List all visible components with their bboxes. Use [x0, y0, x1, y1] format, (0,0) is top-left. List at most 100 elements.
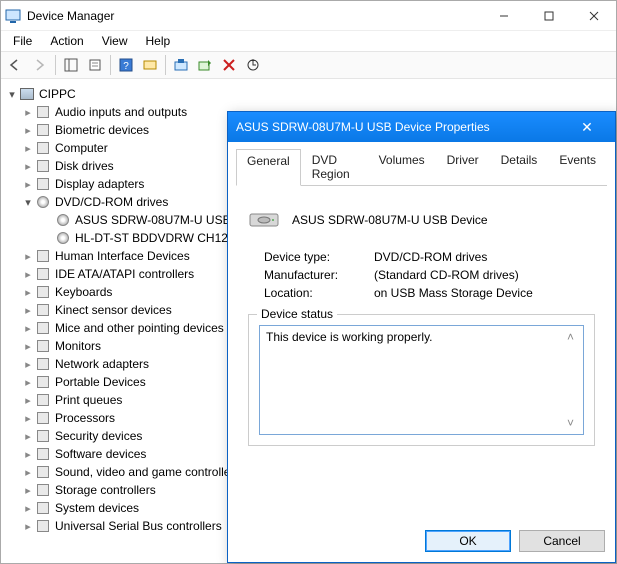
- device-category-icon: [35, 122, 51, 138]
- maximize-button[interactable]: [526, 1, 571, 30]
- tab-general[interactable]: General: [236, 149, 301, 186]
- tree-item-label: Network adapters: [55, 357, 149, 371]
- menu-action[interactable]: Action: [42, 33, 91, 49]
- toolbar: ?: [1, 51, 616, 79]
- tree-item-label: Software devices: [55, 447, 146, 461]
- close-button[interactable]: [571, 1, 616, 30]
- expand-icon[interactable]: [21, 466, 35, 479]
- device-category-icon: [35, 446, 51, 462]
- dialog-tabs: General DVD Region Volumes Driver Detail…: [236, 148, 607, 186]
- expand-icon[interactable]: [21, 358, 35, 371]
- menu-help[interactable]: Help: [138, 33, 179, 49]
- expand-icon[interactable]: [21, 520, 35, 533]
- properties-button[interactable]: [84, 54, 106, 76]
- tree-item-label: Audio inputs and outputs: [55, 105, 187, 119]
- device-category-icon: [35, 104, 51, 120]
- expand-icon[interactable]: [21, 160, 35, 173]
- show-hide-tree-button[interactable]: [60, 54, 82, 76]
- device-manager-window: Device Manager File Action View Help ?: [0, 0, 617, 564]
- menu-file[interactable]: File: [5, 33, 40, 49]
- tree-item-label: Mice and other pointing devices: [55, 321, 224, 335]
- tree-item-label: Portable Devices: [55, 375, 146, 389]
- expand-icon[interactable]: [21, 142, 35, 155]
- device-category-icon: [35, 482, 51, 498]
- device-category-icon: [35, 176, 51, 192]
- expand-icon[interactable]: [21, 304, 35, 317]
- back-button[interactable]: [5, 54, 27, 76]
- scan-button[interactable]: [139, 54, 161, 76]
- tab-panel-general: ASUS SDRW-08U7M-U USB Device Device type…: [228, 186, 615, 454]
- device-status-value: This device is working properly.: [266, 330, 433, 344]
- tree-item-label: Disk drives: [55, 159, 114, 173]
- tree-item-label: DVD/CD-ROM drives: [55, 195, 168, 209]
- expand-icon[interactable]: [21, 502, 35, 515]
- optical-drive-icon: [55, 230, 71, 246]
- expand-icon[interactable]: [21, 124, 35, 137]
- status-scrollbar[interactable]: ˄ ˅: [567, 330, 581, 430]
- tree-item-label: Human Interface Devices: [55, 249, 190, 263]
- expand-icon[interactable]: [21, 394, 35, 407]
- tab-driver[interactable]: Driver: [436, 148, 490, 185]
- device-category-icon: [35, 158, 51, 174]
- device-category-icon: [35, 428, 51, 444]
- expand-icon[interactable]: [21, 430, 35, 443]
- device-name: ASUS SDRW-08U7M-U USB Device: [292, 213, 488, 227]
- tree-item-label: System devices: [55, 501, 139, 515]
- tab-dvd-region[interactable]: DVD Region: [301, 148, 368, 185]
- dialog-close-button[interactable]: ✕: [567, 119, 607, 136]
- device-category-icon: [35, 140, 51, 156]
- expand-icon[interactable]: [5, 88, 19, 101]
- forward-button[interactable]: [29, 54, 51, 76]
- scroll-up-icon[interactable]: ˄: [567, 330, 581, 344]
- tree-item-label: Keyboards: [55, 285, 112, 299]
- update-driver-button[interactable]: [170, 54, 192, 76]
- expand-icon[interactable]: [21, 268, 35, 281]
- device-status-text[interactable]: This device is working properly. ˄ ˅: [259, 325, 584, 435]
- minimize-button[interactable]: [481, 1, 526, 30]
- tree-root[interactable]: CIPPC: [5, 85, 616, 103]
- tree-item-label: Kinect sensor devices: [55, 303, 172, 317]
- label-location: Location:: [264, 286, 374, 300]
- tree-item-label: Monitors: [55, 339, 101, 353]
- expand-icon[interactable]: [21, 250, 35, 263]
- uninstall-device-button[interactable]: [218, 54, 240, 76]
- device-category-icon: [35, 284, 51, 300]
- expand-icon[interactable]: [21, 448, 35, 461]
- window-title: Device Manager: [25, 9, 481, 23]
- tree-root-label: CIPPC: [39, 87, 76, 101]
- expand-icon[interactable]: [21, 196, 35, 209]
- device-category-icon: [35, 248, 51, 264]
- tab-volumes[interactable]: Volumes: [368, 148, 436, 185]
- expand-icon[interactable]: [21, 484, 35, 497]
- tree-item-label: Storage controllers: [55, 483, 156, 497]
- value-manufacturer: (Standard CD-ROM drives): [374, 268, 599, 282]
- tab-events[interactable]: Events: [548, 148, 607, 185]
- device-category-icon: [35, 320, 51, 336]
- tree-item-label: Computer: [55, 141, 108, 155]
- help-button[interactable]: ?: [115, 54, 137, 76]
- device-category-icon: [35, 266, 51, 282]
- menu-view[interactable]: View: [94, 33, 136, 49]
- expand-icon[interactable]: [21, 106, 35, 119]
- tree-item-label: Security devices: [55, 429, 142, 443]
- expand-icon[interactable]: [21, 340, 35, 353]
- ok-button[interactable]: OK: [425, 530, 511, 552]
- dialog-title: ASUS SDRW-08U7M-U USB Device Properties: [236, 120, 567, 134]
- cancel-button[interactable]: Cancel: [519, 530, 605, 552]
- expand-icon[interactable]: [21, 178, 35, 191]
- expand-icon[interactable]: [21, 286, 35, 299]
- expand-icon[interactable]: [21, 322, 35, 335]
- expand-icon[interactable]: [21, 412, 35, 425]
- menu-bar: File Action View Help: [1, 31, 616, 51]
- expand-icon[interactable]: [21, 376, 35, 389]
- scan-hardware-button[interactable]: [242, 54, 264, 76]
- device-category-icon: [35, 500, 51, 516]
- optical-drive-icon: [35, 194, 51, 210]
- dialog-titlebar: ASUS SDRW-08U7M-U USB Device Properties …: [228, 112, 615, 142]
- tree-item-label: Display adapters: [55, 177, 144, 191]
- tree-item-label: IDE ATA/ATAPI controllers: [55, 267, 194, 281]
- optical-drive-icon: [55, 212, 71, 228]
- scroll-down-icon[interactable]: ˅: [567, 416, 581, 430]
- enable-device-button[interactable]: [194, 54, 216, 76]
- tab-details[interactable]: Details: [490, 148, 549, 185]
